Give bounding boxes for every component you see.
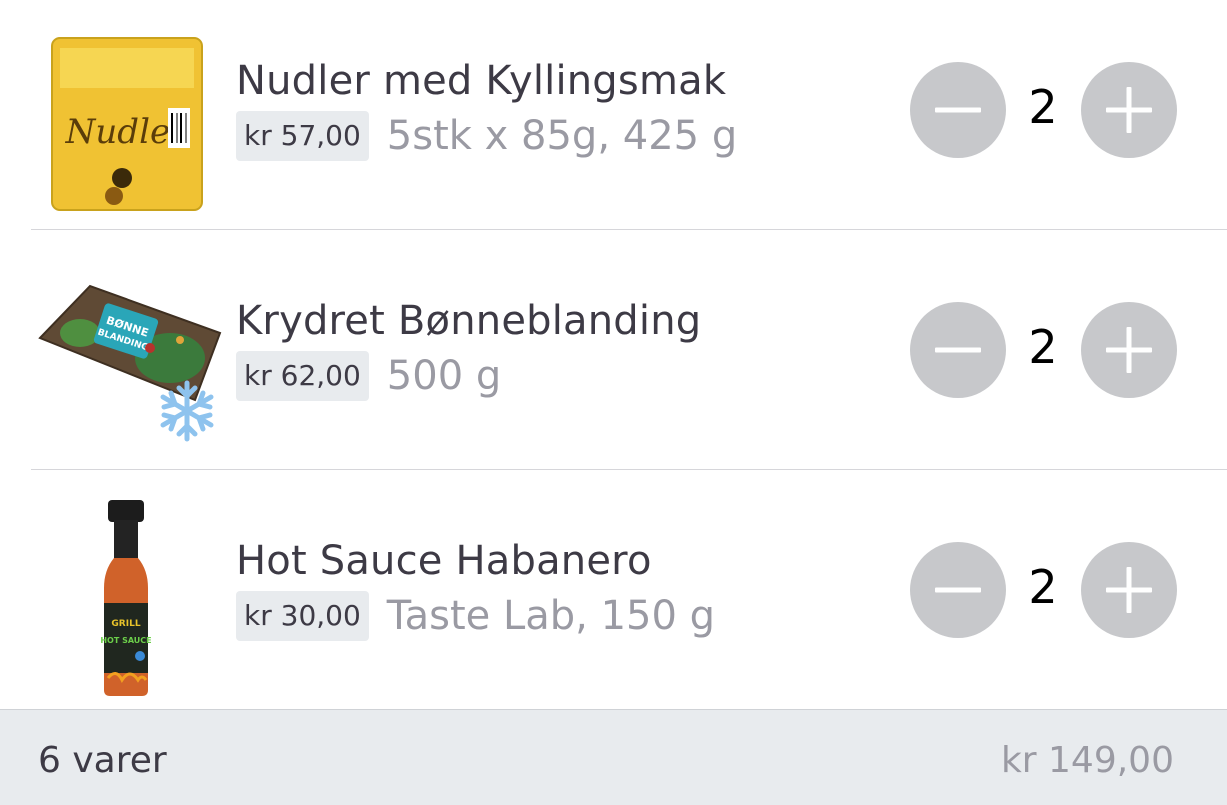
decrease-quantity-button[interactable] [910, 302, 1006, 398]
noodle-pack-image: Nudler [30, 18, 230, 218]
minus-icon [935, 107, 981, 113]
quantity-value: 2 [1028, 320, 1058, 374]
svg-text:GRILL: GRILL [111, 619, 140, 629]
row-divider [31, 229, 1227, 230]
increase-quantity-button[interactable] [1081, 62, 1177, 158]
minus-icon [935, 347, 981, 353]
minus-icon [935, 587, 981, 593]
cart-total: kr 149,00 [1000, 740, 1174, 781]
item-meta: kr 57,00 5stk x 85g, 425 g [236, 111, 737, 161]
cart-item-row: BØNNE BLANDING Krydret Bønneblanding kr … [0, 240, 1227, 480]
item-meta: kr 30,00 Taste Lab, 150 g [236, 591, 715, 641]
plus-icon [1106, 327, 1152, 373]
item-name: Krydret Bønneblanding [236, 298, 702, 344]
item-meta: kr 62,00 500 g [236, 351, 501, 401]
increase-quantity-button[interactable] [1081, 542, 1177, 638]
quantity-value: 2 [1028, 80, 1058, 134]
cart-item-row: Nudler Nudler med Kyllingsmak kr 57,00 5… [0, 0, 1227, 240]
decrease-quantity-button[interactable] [910, 542, 1006, 638]
item-detail: Taste Lab, 150 g [386, 593, 716, 639]
increase-quantity-button[interactable] [1081, 302, 1177, 398]
item-count: 6 varer [38, 740, 167, 781]
quantity-value: 2 [1028, 560, 1058, 614]
svg-text:HOT SAUCE: HOT SAUCE [100, 636, 151, 645]
price-badge: kr 62,00 [236, 351, 369, 401]
plus-icon [1106, 87, 1152, 133]
cart-summary-bar: 6 varer kr 149,00 [0, 709, 1227, 805]
plus-icon [1106, 567, 1152, 613]
item-name: Nudler med Kyllingsmak [236, 58, 727, 104]
row-divider [31, 469, 1227, 470]
snowflake-icon [154, 378, 220, 444]
decrease-quantity-button[interactable] [910, 62, 1006, 158]
price-badge: kr 30,00 [236, 591, 369, 641]
cart-item-row: GRILL HOT SAUCE Hot Sauce Habanero kr 30… [0, 480, 1227, 720]
hot-sauce-bottle-image: GRILL HOT SAUCE [30, 498, 230, 698]
item-detail: 5stk x 85g, 425 g [386, 113, 738, 159]
item-detail: 500 g [386, 353, 502, 399]
price-badge: kr 57,00 [236, 111, 369, 161]
item-name: Hot Sauce Habanero [236, 538, 652, 584]
